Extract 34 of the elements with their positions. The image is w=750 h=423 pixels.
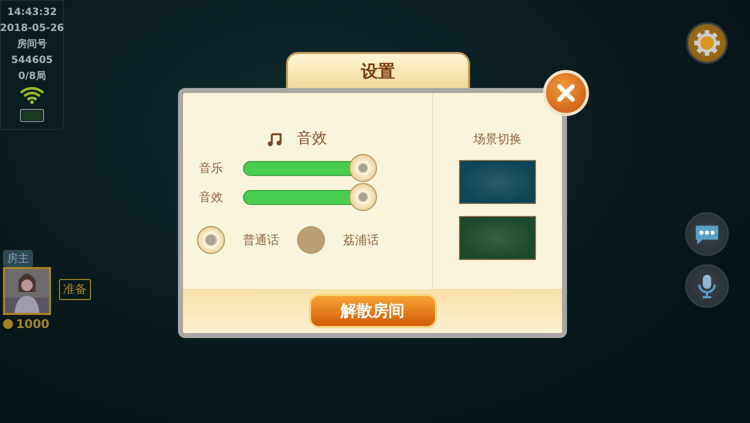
radio-button[interactable] (197, 226, 225, 254)
coin-icon (3, 319, 13, 329)
dismiss-room-button[interactable]: 解散房间 (308, 294, 436, 328)
scene-heading: 场景切换 (474, 131, 522, 148)
slider-thumb[interactable] (349, 154, 377, 182)
scene-thumbnail[interactable] (459, 216, 536, 260)
slider-label: 音效 (199, 189, 224, 206)
clock-time: 14:43:32 (7, 6, 57, 20)
close-icon (555, 82, 577, 104)
wifi-icon (19, 85, 45, 104)
slider[interactable] (243, 154, 377, 183)
radio-label: 荔浦话 (343, 232, 379, 248)
slider-label: 音乐 (199, 160, 224, 177)
radio-button[interactable] (297, 226, 325, 254)
date-text: 2018-05-26 (0, 22, 64, 36)
close-button[interactable] (543, 70, 589, 116)
coin-count: 1000 (16, 317, 50, 331)
settings-button[interactable] (686, 22, 728, 64)
dialog-title: 设置 (286, 52, 470, 88)
battery-icon (20, 109, 44, 122)
settings-icon (692, 28, 722, 58)
slider-thumb[interactable] (349, 183, 377, 211)
room-number: 544605 (11, 54, 53, 68)
room-label: 房间号 (17, 37, 47, 52)
sound-heading: 音效 (297, 129, 327, 148)
host-badge: 房主 (3, 250, 33, 267)
microphone-button[interactable] (685, 264, 729, 308)
round-count: 0/8局 (18, 70, 46, 84)
ready-badge: 准备 (59, 279, 91, 300)
chat-button[interactable] (685, 212, 729, 256)
slider[interactable] (243, 183, 377, 212)
radio-label: 普通话 (243, 232, 279, 248)
music-note-icon (267, 130, 283, 146)
scene-thumbnail[interactable] (459, 160, 536, 204)
